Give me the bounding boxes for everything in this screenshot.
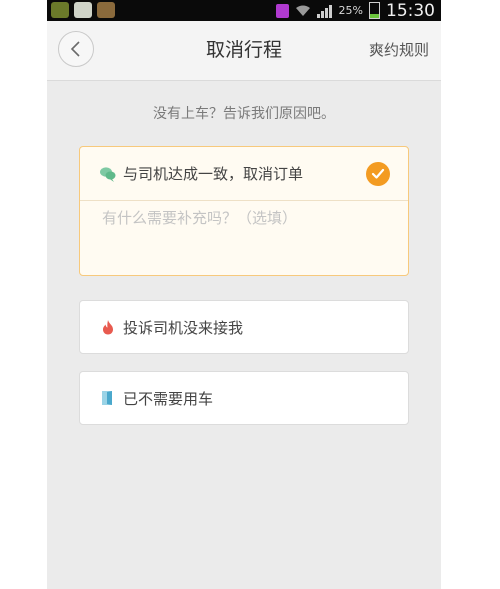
- chat-bubble-icon: [100, 166, 116, 182]
- signal-icon: [316, 4, 332, 18]
- cancel-reason-prompt: 没有上车？告诉我们原因吧。: [153, 106, 335, 122]
- option-label: 与司机达成一致，取消订单: [123, 165, 304, 183]
- phone-screen: 25% 15:30 取消行程 爽约规则 没有上车？告诉我们原因吧。 与司机达成一…: [47, 0, 441, 589]
- option-no-longer-need[interactable]: 已不需要用车: [79, 371, 409, 425]
- app-notification-icon: [51, 2, 69, 18]
- option-label: 投诉司机没来接我: [123, 318, 244, 337]
- door-icon: [102, 391, 112, 405]
- note-input[interactable]: [92, 207, 402, 267]
- clock: 15:30: [386, 0, 435, 21]
- status-bar: 25% 15:30: [47, 0, 441, 21]
- no-show-rules-link[interactable]: 爽约规则: [369, 21, 429, 80]
- home-icon: [275, 3, 289, 18]
- battery-percent: 25%: [338, 4, 363, 17]
- option-agreed-with-driver[interactable]: 与司机达成一致，取消订单: [79, 146, 409, 276]
- option-label: 已不需要用车: [123, 389, 214, 408]
- flame-icon: [103, 320, 113, 335]
- battery-icon: [369, 2, 380, 19]
- back-button[interactable]: [58, 31, 94, 67]
- check-icon: [366, 162, 390, 186]
- notification-icons: [51, 2, 115, 18]
- option-complain-driver[interactable]: 投诉司机没来接我: [79, 300, 409, 354]
- chevron-left-icon: [70, 41, 80, 57]
- wifi-icon: [295, 5, 310, 16]
- gallery-notification-icon: [74, 2, 92, 18]
- title-bar: 取消行程 爽约规则: [47, 21, 441, 81]
- app-notification-icon: [97, 2, 115, 18]
